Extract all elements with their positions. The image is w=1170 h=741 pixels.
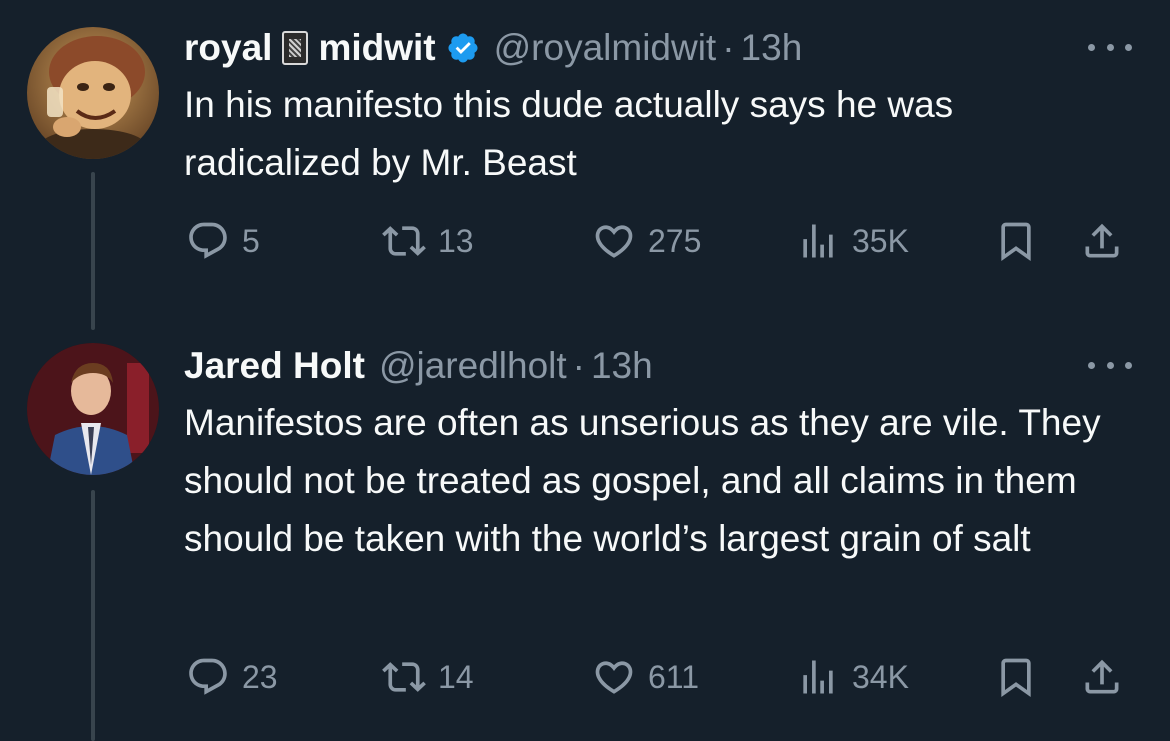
bar-chart-icon bbox=[803, 224, 833, 258]
views-count: 35K bbox=[852, 222, 909, 259]
views-button[interactable]: 34K bbox=[796, 652, 909, 702]
tweet[interactable]: Jared Holt @jaredlholt · 13h Manifestos … bbox=[0, 330, 1170, 741]
reply-count: 23 bbox=[242, 658, 278, 695]
display-name[interactable]: Jared Holt bbox=[184, 345, 365, 387]
display-name-part: royal bbox=[184, 27, 273, 68]
avatar-image bbox=[27, 343, 159, 475]
thread-line bbox=[91, 172, 95, 330]
user-handle[interactable]: @jaredlholt bbox=[379, 345, 567, 387]
bookmark-icon bbox=[1001, 658, 1031, 698]
retweet-count: 14 bbox=[438, 658, 474, 695]
share-button[interactable] bbox=[1080, 216, 1124, 266]
retweet-icon bbox=[382, 226, 426, 256]
more-options-icon[interactable] bbox=[1088, 350, 1132, 380]
retweet-icon bbox=[382, 662, 426, 692]
like-count: 275 bbox=[648, 222, 702, 259]
more-options-icon[interactable] bbox=[1088, 32, 1132, 62]
playing-card-emoji-icon bbox=[282, 31, 309, 65]
user-handle[interactable]: @royalmidwit bbox=[494, 27, 717, 69]
verified-badge-icon bbox=[448, 33, 478, 63]
thread-line bbox=[91, 490, 95, 741]
tweet-text: In his manifesto this dude actually says… bbox=[184, 84, 954, 183]
bookmark-button[interactable] bbox=[994, 652, 1038, 702]
tweet-text: Manifestos are often as unserious as the… bbox=[184, 402, 1101, 559]
share-icon bbox=[1085, 659, 1119, 694]
tweet-header: Jared Holt @jaredlholt · 13h bbox=[184, 340, 1140, 392]
views-button[interactable]: 35K bbox=[796, 216, 909, 266]
share-button[interactable] bbox=[1080, 652, 1124, 702]
tweet-content: Jared Holt @jaredlholt · 13h Manifestos … bbox=[184, 340, 1140, 568]
bar-chart-icon bbox=[803, 660, 833, 694]
tweet-content: royal midwit @royalmidwit · 13h In his m… bbox=[184, 22, 1140, 192]
reply-icon bbox=[189, 222, 227, 259]
display-name[interactable]: royal midwit bbox=[184, 27, 480, 69]
separator-dot: · bbox=[572, 345, 585, 386]
retweet-button[interactable]: 13 bbox=[382, 216, 474, 266]
tweet-header: royal midwit @royalmidwit · 13h bbox=[184, 22, 1140, 74]
display-name-part: midwit bbox=[318, 27, 436, 68]
timestamp[interactable]: 13h bbox=[591, 345, 653, 387]
avatar[interactable] bbox=[27, 27, 159, 159]
tweet[interactable]: royal midwit @royalmidwit · 13h In his m… bbox=[0, 0, 1170, 330]
retweet-button[interactable]: 14 bbox=[382, 652, 474, 702]
heart-icon bbox=[595, 661, 633, 694]
retweet-count: 13 bbox=[438, 222, 474, 259]
share-icon bbox=[1085, 223, 1119, 258]
bookmark-button[interactable] bbox=[994, 216, 1038, 266]
reply-button[interactable]: 23 bbox=[186, 652, 278, 702]
bookmark-icon bbox=[1001, 222, 1031, 262]
heart-icon bbox=[595, 225, 633, 258]
separator-dot: · bbox=[722, 27, 735, 68]
tweet-actions: 5 13 275 35K bbox=[184, 216, 1144, 266]
like-button[interactable]: 275 bbox=[592, 216, 701, 266]
reply-button[interactable]: 5 bbox=[186, 216, 260, 266]
like-count: 611 bbox=[648, 658, 700, 695]
reply-icon bbox=[189, 658, 227, 695]
avatar-image bbox=[27, 27, 159, 159]
avatar[interactable] bbox=[27, 343, 159, 475]
timestamp[interactable]: 13h bbox=[741, 27, 803, 69]
reply-count: 5 bbox=[242, 222, 260, 259]
views-count: 34K bbox=[852, 658, 909, 695]
tweet-actions: 23 14 611 34K bbox=[184, 652, 1144, 702]
like-button[interactable]: 611 bbox=[592, 652, 699, 702]
